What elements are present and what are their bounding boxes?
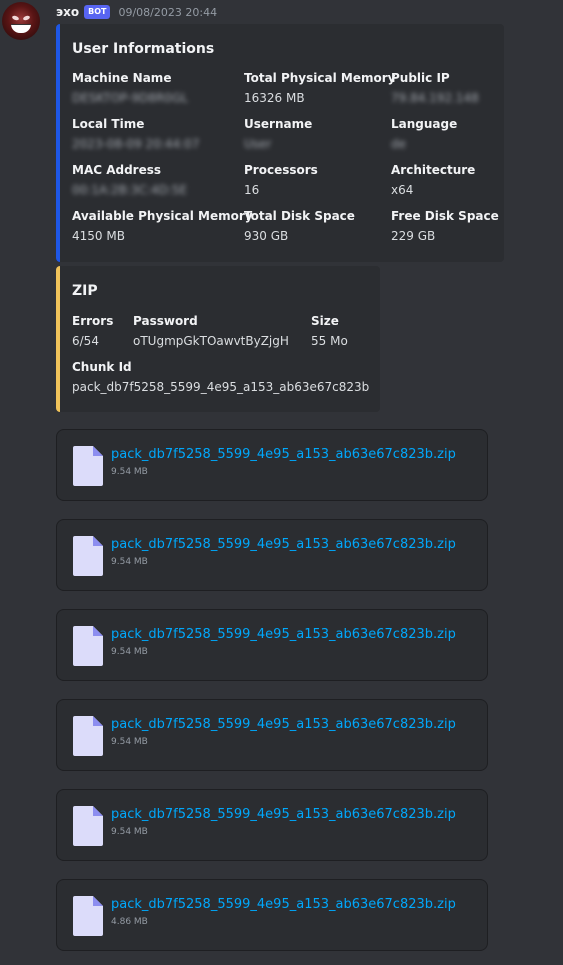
field-label: Free Disk Space: [391, 209, 499, 223]
avatar-mouth: [11, 24, 31, 33]
attachment-filename-link[interactable]: pack_db7f5258_5599_4e95_a153_ab63e67c823…: [111, 447, 473, 462]
field-label: Errors: [72, 314, 114, 328]
field-label: Language: [391, 117, 458, 131]
field-value: 55 Mo: [311, 334, 348, 348]
attachment-filename-link[interactable]: pack_db7f5258_5599_4e95_a153_ab63e67c823…: [111, 897, 473, 912]
file-attachment[interactable]: pack_db7f5258_5599_4e95_a153_ab63e67c823…: [56, 519, 488, 591]
field-value: 229 GB: [391, 229, 436, 243]
field-total-disk-space: Total Disk Space 930 GB: [244, 209, 355, 243]
field-label: MAC Address: [72, 163, 162, 177]
file-attachment[interactable]: pack_db7f5258_5599_4e95_a153_ab63e67c823…: [56, 609, 488, 681]
embed-accent-bar: [56, 24, 60, 262]
field-language: Language de: [391, 117, 457, 151]
embed-accent-bar: [56, 266, 60, 412]
embed-title: ZIP: [72, 283, 98, 299]
file-attachment[interactable]: pack_db7f5258_5599_4e95_a153_ab63e67c823…: [56, 789, 488, 861]
field-value: User: [244, 137, 272, 151]
message-header: эхо BOT 09/08/2023 20:44: [56, 2, 217, 22]
field-value: DESKTOP-9D8R0GL: [72, 91, 188, 105]
file-icon: [73, 446, 103, 486]
field-size: Size 55 Mo: [311, 314, 348, 348]
field-label: Total Disk Space: [244, 209, 355, 223]
author-name[interactable]: эхо: [56, 5, 79, 19]
embed-title: User Informations: [72, 41, 215, 57]
field-password: Password oTUgmpGkTOawvtByZjgH: [133, 314, 289, 348]
file-attachment[interactable]: pack_db7f5258_5599_4e95_a153_ab63e67c823…: [56, 429, 488, 501]
attachment-size: 9.54 MB: [111, 827, 148, 837]
attachment-size: 4.86 MB: [111, 917, 148, 927]
field-label: Public IP: [391, 71, 450, 85]
field-label: Local Time: [72, 117, 145, 131]
attachment-size: 9.54 MB: [111, 647, 148, 657]
attachment-size: 9.54 MB: [111, 467, 148, 477]
field-value: 16: [244, 183, 260, 197]
field-machine-name: Machine Name DESKTOP-9D8R0GL: [72, 71, 188, 105]
zip-embed: ZIP Errors 6/54 Password oTUgmpGkTOawvtB…: [56, 266, 380, 412]
attachment-filename-link[interactable]: pack_db7f5258_5599_4e95_a153_ab63e67c823…: [111, 537, 473, 552]
field-value: oTUgmpGkTOawvtByZjgH: [133, 334, 289, 348]
user-info-embed: User Informations Machine Name DESKTOP-9…: [56, 24, 504, 262]
field-value: x64: [391, 183, 414, 197]
file-icon: [73, 536, 103, 576]
file-icon: [73, 806, 103, 846]
field-label: Total Physical Memory: [244, 71, 396, 85]
field-value: de: [391, 137, 406, 151]
field-value: 4150 MB: [72, 229, 125, 243]
field-value: pack_db7f5258_5599_4e95_a153_ab63e67c823…: [72, 380, 370, 394]
attachment-filename-link[interactable]: pack_db7f5258_5599_4e95_a153_ab63e67c823…: [111, 807, 473, 822]
attachment-size: 9.54 MB: [111, 557, 148, 567]
bot-badge: BOT: [84, 5, 111, 19]
field-errors: Errors 6/54: [72, 314, 113, 348]
field-label: Processors: [244, 163, 318, 177]
file-icon: [73, 896, 103, 936]
file-attachment[interactable]: pack_db7f5258_5599_4e95_a153_ab63e67c823…: [56, 879, 488, 951]
field-value: 2023-08-09 20:44:07: [72, 137, 200, 151]
field-local-time: Local Time 2023-08-09 20:44:07: [72, 117, 199, 151]
attachment-filename-link[interactable]: pack_db7f5258_5599_4e95_a153_ab63e67c823…: [111, 627, 473, 642]
avatar-eye-left: [11, 14, 20, 22]
attachment-size: 9.54 MB: [111, 737, 148, 747]
field-processors: Processors 16: [244, 163, 318, 197]
field-value: 930 GB: [244, 229, 289, 243]
field-username: Username User: [244, 117, 312, 151]
field-free-disk-space: Free Disk Space 229 GB: [391, 209, 499, 243]
field-mac-address: MAC Address 00:1A:2B:3C:4D:5E: [72, 163, 187, 197]
field-public-ip: Public IP 79.84.192.148: [391, 71, 479, 105]
field-label: Machine Name: [72, 71, 172, 85]
avatar-eye-right: [22, 14, 31, 22]
field-available-physical-memory: Available Physical Memory 4150 MB: [72, 209, 253, 243]
file-icon: [73, 626, 103, 666]
attachment-filename-link[interactable]: pack_db7f5258_5599_4e95_a153_ab63e67c823…: [111, 717, 473, 732]
field-label: Chunk Id: [72, 360, 132, 374]
field-label: Architecture: [391, 163, 476, 177]
field-value: 6/54: [72, 334, 99, 348]
field-label: Size: [311, 314, 339, 328]
field-label: Available Physical Memory: [72, 209, 253, 223]
field-total-physical-memory: Total Physical Memory 16326 MB: [244, 71, 395, 105]
message-timestamp[interactable]: 09/08/2023 20:44: [118, 6, 217, 19]
field-label: Password: [133, 314, 198, 328]
file-icon: [73, 716, 103, 756]
field-label: Username: [244, 117, 313, 131]
field-value: 00:1A:2B:3C:4D:5E: [72, 183, 188, 197]
field-architecture: Architecture x64: [391, 163, 475, 197]
file-attachment[interactable]: pack_db7f5258_5599_4e95_a153_ab63e67c823…: [56, 699, 488, 771]
field-chunk-id: Chunk Id pack_db7f5258_5599_4e95_a153_ab…: [72, 360, 369, 394]
avatar[interactable]: [2, 2, 40, 40]
field-value: 16326 MB: [244, 91, 305, 105]
field-value: 79.84.192.148: [391, 91, 479, 105]
